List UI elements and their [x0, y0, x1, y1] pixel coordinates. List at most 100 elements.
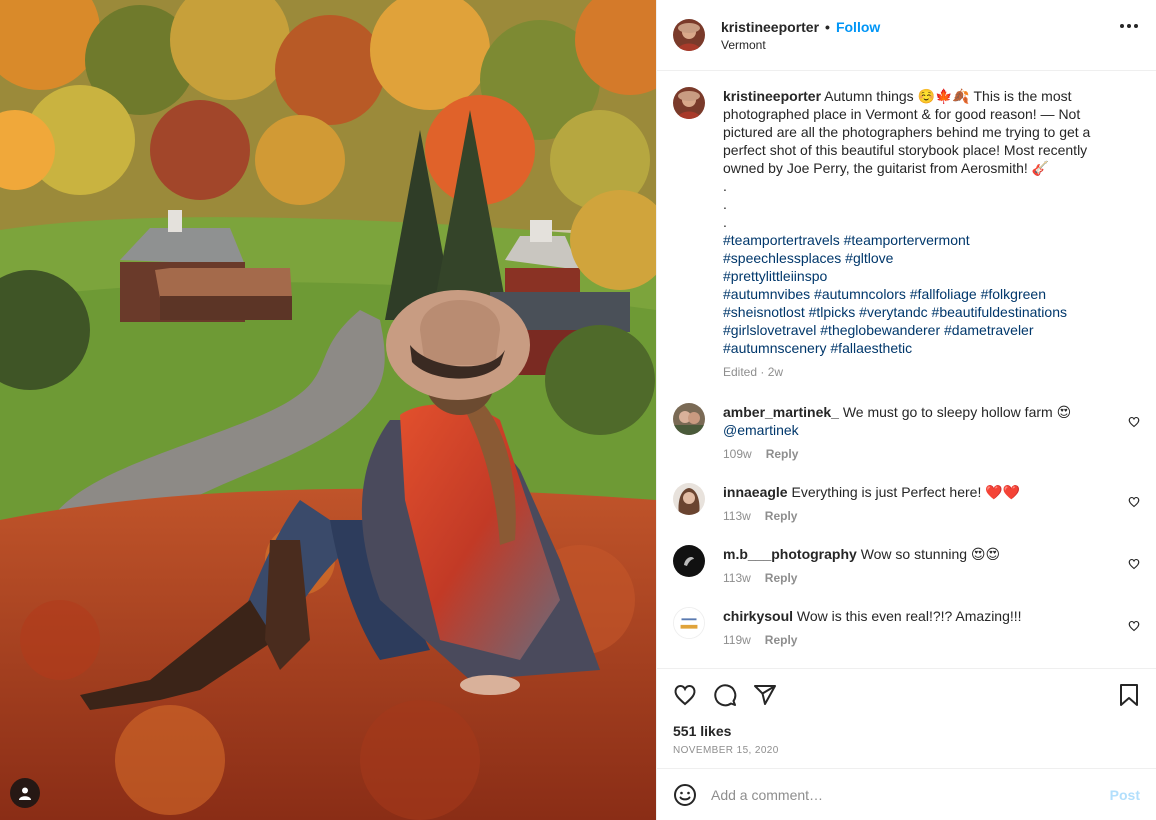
header-username-line: kristineeporter • Follow [721, 19, 880, 35]
avatar[interactable] [673, 607, 705, 639]
comment-input[interactable] [711, 786, 1110, 803]
comment-time: 119w [723, 633, 751, 647]
comment-username[interactable]: chirkysoul [723, 608, 793, 624]
comment-body: innaeagle Everything is just Perfect her… [723, 483, 1103, 523]
post-side-panel: kristineeporter • Follow Vermont kristin… [656, 0, 1156, 820]
comment-time: 109w [723, 447, 752, 461]
post-comment-button[interactable]: Post [1110, 787, 1140, 803]
caption-line: kristineeporter Autumn things ☺️🍁🍂 This … [723, 87, 1123, 105]
more-dot [1127, 24, 1131, 28]
comment-time: 113w [723, 571, 751, 585]
comment-mention[interactable]: @emartinek [723, 422, 799, 438]
hashtag-line[interactable]: #speechlessplaces #gltlove [723, 249, 1123, 267]
comment-text: m.b___photography Wow so stunning 😍😍 [723, 545, 1103, 563]
hashtag-line[interactable]: #autumnvibes #autumncolors #fallfoliage … [723, 285, 1123, 303]
separator-dot: • [825, 18, 830, 35]
comment-text: chirkysoul Wow is this even real!?!? Ama… [723, 607, 1103, 625]
autumn-farm-photo [0, 0, 656, 820]
caption-line: pictured are all the photographers behin… [723, 124, 1091, 140]
reply-button[interactable]: Reply [765, 509, 798, 523]
reply-button[interactable]: Reply [766, 447, 799, 461]
comment-body: amber_martinek_ We must go to sleepy hol… [723, 403, 1103, 461]
commenter-avatar-image [673, 403, 705, 435]
comment-item: innaeagle Everything is just Perfect her… [673, 483, 1140, 523]
caption-line: owned by Joe Perry, the guitarist from A… [723, 160, 1050, 176]
caption-line: . [723, 196, 727, 212]
comment-icon[interactable] [713, 683, 737, 707]
post-caption: kristineeporter Autumn things ☺️🍁🍂 This … [673, 87, 1140, 379]
hashtag-line[interactable]: #girlslovetravel #theglobewanderer #dame… [723, 321, 1123, 339]
comment-content: Everything is just Perfect here! ❤️❤️ [791, 484, 1021, 500]
comment-like-heart-icon[interactable] [1128, 557, 1140, 573]
more-dot [1120, 24, 1124, 28]
post-actions: 551 likes NOVEMBER 15, 2020 [657, 668, 1156, 768]
comment-text: amber_martinek_ We must go to sleepy hol… [723, 403, 1103, 439]
caption-text: kristineeporter Autumn things ☺️🍁🍂 This … [723, 87, 1123, 357]
comment-username[interactable]: m.b___photography [723, 546, 857, 562]
post-author-username[interactable]: kristineeporter [721, 19, 819, 35]
bookmark-icon[interactable] [1118, 683, 1140, 707]
post-photo[interactable] [0, 0, 656, 820]
comment-item: amber_martinek_ We must go to sleepy hol… [673, 403, 1140, 461]
comment-content: Wow so stunning 😍😍 [860, 546, 1001, 562]
tagged-users-button[interactable] [10, 778, 40, 808]
heart-icon[interactable] [673, 683, 697, 707]
share-icon[interactable] [753, 683, 777, 707]
hashtag-line[interactable]: #prettylittleiinspo [723, 267, 1123, 285]
comment-meta: 119w Reply [723, 633, 1103, 647]
comment-like-heart-icon[interactable] [1128, 619, 1140, 635]
comment-time: 113w [723, 509, 751, 523]
caption-username[interactable]: kristineeporter [723, 88, 821, 104]
comment-username[interactable]: innaeagle [723, 484, 788, 500]
profile-avatar-image [673, 87, 705, 119]
comment-like-heart-icon[interactable] [1128, 495, 1140, 511]
hashtag-line[interactable]: #teamportertravels #teamportervermont [723, 231, 1123, 249]
comment-like-heart-icon[interactable] [1128, 415, 1140, 431]
avatar[interactable] [673, 545, 705, 577]
follow-button[interactable]: Follow [836, 19, 880, 35]
reply-button[interactable]: Reply [765, 633, 798, 647]
comment-meta: 109w Reply [723, 447, 1103, 461]
action-icons-row [673, 681, 1140, 709]
comment-username[interactable]: amber_martinek_ [723, 404, 839, 420]
commenter-avatar-image [674, 608, 704, 638]
comment-text: innaeagle Everything is just Perfect her… [723, 483, 1103, 501]
caption-line: . [723, 178, 727, 194]
commenter-avatar-image [673, 545, 705, 577]
comment-meta: 113w Reply [723, 509, 1103, 523]
caption-body: kristineeporter Autumn things ☺️🍁🍂 This … [723, 87, 1123, 379]
profile-avatar-image [673, 19, 705, 51]
hashtag-line[interactable]: #sheisnotlost #tlpicks #verytandc #beaut… [723, 303, 1123, 321]
likes-count[interactable]: 551 likes [673, 723, 1140, 739]
emoji-icon[interactable] [673, 783, 697, 807]
reply-button[interactable]: Reply [765, 571, 798, 585]
comment-item: m.b___photography Wow so stunning 😍😍 113… [673, 545, 1140, 585]
more-options-button[interactable] [1120, 24, 1138, 28]
avatar[interactable] [673, 87, 705, 119]
comment-content: We must go to sleepy hollow farm 😍 [842, 404, 1072, 420]
comment-composer: Post [657, 768, 1156, 820]
caption-edited-meta: Edited · 2w [723, 365, 784, 379]
comments-list[interactable]: kristineeporter Autumn things ☺️🍁🍂 This … [657, 71, 1156, 668]
comment-meta: 113w Reply [723, 571, 1103, 585]
commenter-avatar-image [673, 483, 705, 515]
caption-line: . [723, 214, 727, 230]
comment-body: chirkysoul Wow is this even real!?!? Ama… [723, 607, 1103, 647]
caption-line: photographed place in Vermont & for good… [723, 106, 1081, 122]
post-modal: kristineeporter • Follow Vermont kristin… [0, 0, 1156, 820]
avatar[interactable] [673, 19, 705, 51]
post-header: kristineeporter • Follow Vermont [657, 0, 1156, 71]
avatar[interactable] [673, 483, 705, 515]
caption-first-line: Autumn things ☺️🍁🍂 This is the most [824, 88, 1072, 104]
comment-body: m.b___photography Wow so stunning 😍😍 113… [723, 545, 1103, 585]
avatar[interactable] [673, 403, 705, 435]
post-date: NOVEMBER 15, 2020 [673, 745, 779, 756]
caption-line: perfect shot of this beautiful storybook… [723, 142, 1088, 158]
post-location[interactable]: Vermont [721, 38, 880, 52]
more-dot [1134, 24, 1138, 28]
comment-content: Wow is this even real!?!? Amazing!!! [796, 608, 1022, 624]
hashtag-line[interactable]: #autumnscenery #fallaesthetic [723, 339, 1123, 357]
comment-item: chirkysoul Wow is this even real!?!? Ama… [673, 607, 1140, 647]
header-text: kristineeporter • Follow Vermont [721, 19, 880, 52]
user-icon [19, 787, 31, 800]
